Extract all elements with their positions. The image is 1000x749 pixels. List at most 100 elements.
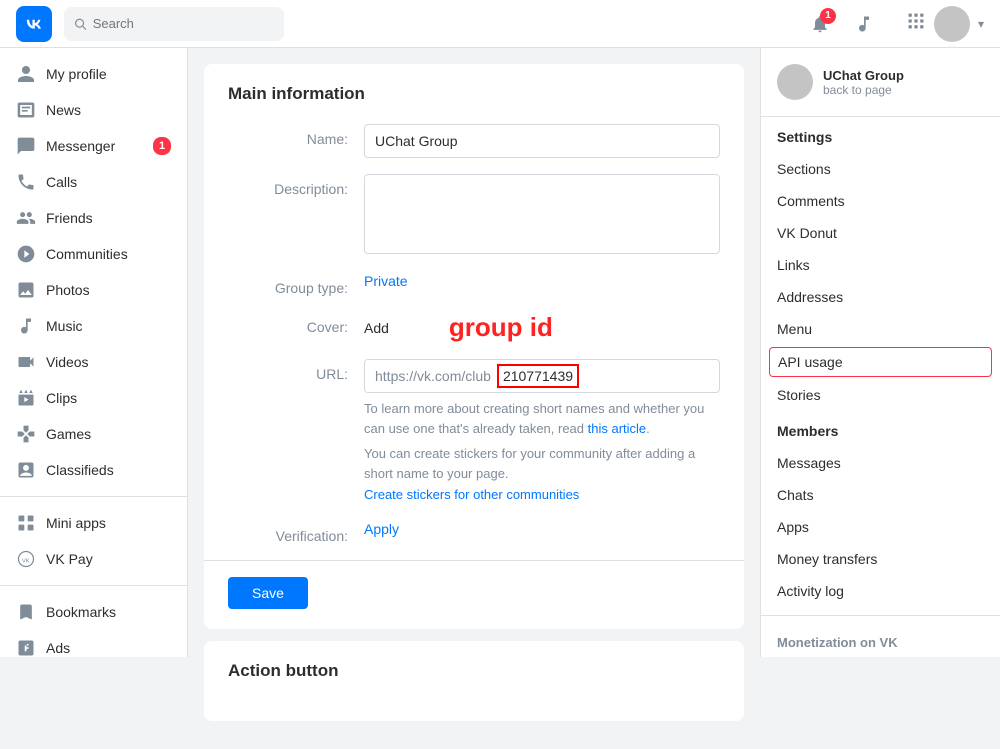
verification-control: Apply <box>364 521 720 537</box>
sticker-link[interactable]: Create stickers for other communities <box>364 487 579 502</box>
svg-text:VK: VK <box>22 558 30 564</box>
music-button[interactable] <box>846 6 882 42</box>
url-label: URL: <box>228 359 348 382</box>
sidebar-item-photos[interactable]: Photos <box>0 272 187 308</box>
top-header: 1 ▾ <box>0 0 1000 48</box>
group-type-control: Private <box>364 273 720 289</box>
avatar-dropdown[interactable]: ▾ <box>978 17 984 31</box>
right-nav-comments[interactable]: Comments <box>761 185 1000 217</box>
news-icon <box>16 100 36 120</box>
sidebar-item-bookmarks[interactable]: Bookmarks <box>0 594 187 630</box>
verification-label: Verification: <box>228 521 348 544</box>
sidebar-label-clips: Clips <box>46 390 77 406</box>
sidebar-item-news[interactable]: News <box>0 92 187 128</box>
sidebar-label-videos: Videos <box>46 354 89 370</box>
name-control <box>364 124 720 158</box>
right-nav-links[interactable]: Links <box>761 249 1000 281</box>
save-button[interactable]: Save <box>228 577 308 609</box>
sidebar-item-music[interactable]: Music <box>0 308 187 344</box>
sidebar-item-vk-pay[interactable]: VK VK Pay <box>0 541 187 577</box>
right-panel-group-name: UChat Group <box>823 68 904 83</box>
sidebar-label-communities: Communities <box>46 246 128 262</box>
right-nav-addresses[interactable]: Addresses <box>761 281 1000 313</box>
vk-logo[interactable] <box>16 6 52 42</box>
right-nav-members[interactable]: Members <box>761 415 1000 447</box>
verification-apply-link[interactable]: Apply <box>364 521 399 537</box>
cover-row: Cover: Add group id <box>228 312 720 343</box>
games-icon <box>16 424 36 444</box>
right-panel-back-link[interactable]: back to page <box>823 83 904 97</box>
mini-apps-icon <box>16 513 36 533</box>
help-text-3: Create stickers for other communities <box>364 485 720 505</box>
sidebar-item-mini-apps[interactable]: Mini apps <box>0 505 187 541</box>
sidebar-label-my-profile: My profile <box>46 66 107 82</box>
main-information-card: Main information Name: Description: Grou… <box>204 64 744 629</box>
notification-badge: 1 <box>820 8 836 24</box>
help-text-1: To learn more about creating short names… <box>364 399 720 438</box>
user-avatar[interactable] <box>934 6 970 42</box>
sidebar-item-ads[interactable]: Ads <box>0 630 187 657</box>
sidebar-item-my-profile[interactable]: My profile <box>0 56 187 92</box>
right-nav-menu[interactable]: Menu <box>761 313 1000 345</box>
right-nav-chats[interactable]: Chats <box>761 479 1000 511</box>
sidebar-divider-2 <box>0 585 187 586</box>
sidebar-label-photos: Photos <box>46 282 90 298</box>
right-nav-activity-log[interactable]: Activity log <box>761 575 1000 607</box>
help-article-link[interactable]: this article <box>588 421 647 436</box>
right-nav-api-usage[interactable]: API usage <box>769 347 992 377</box>
main-layout: My profile News Messenger 1 Calls Friend… <box>0 48 1000 749</box>
url-input-wrapper: https://vk.com/club 210771439 <box>364 359 720 393</box>
grid-menu-button[interactable] <box>906 11 926 36</box>
video-icon <box>16 352 36 372</box>
sidebar-label-friends: Friends <box>46 210 93 226</box>
url-control: https://vk.com/club 210771439 To learn m… <box>364 359 720 505</box>
action-button-card: Action button <box>204 641 744 721</box>
description-input[interactable] <box>364 174 720 254</box>
sidebar-item-communities[interactable]: Communities <box>0 236 187 272</box>
sidebar-label-classifieds: Classifieds <box>46 462 114 478</box>
music-note-icon <box>854 14 874 34</box>
sidebar-label-messenger: Messenger <box>46 138 115 154</box>
right-nav-settings[interactable]: Settings <box>761 121 1000 153</box>
sidebar-label-calls: Calls <box>46 174 77 190</box>
sidebar-item-clips[interactable]: Clips <box>0 380 187 416</box>
music-icon <box>16 316 36 336</box>
search-icon <box>74 17 87 31</box>
right-nav-messages[interactable]: Messages <box>761 447 1000 479</box>
help-text-2: You can create stickers for your communi… <box>364 444 720 483</box>
right-nav-vk-donut[interactable]: VK Donut <box>761 217 1000 249</box>
card-title: Main information <box>228 84 720 104</box>
sidebar-label-news: News <box>46 102 81 118</box>
sidebar-item-classifieds[interactable]: Classifieds <box>0 452 187 488</box>
url-static-prefix: https://vk.com/club <box>365 359 497 393</box>
sidebar-item-friends[interactable]: Friends <box>0 200 187 236</box>
group-type-label: Group type: <box>228 273 348 296</box>
right-nav-monetization: Monetization on VK <box>761 623 1000 657</box>
sidebar-item-videos[interactable]: Videos <box>0 344 187 380</box>
messenger-badge: 1 <box>153 137 171 155</box>
sidebar-item-messenger[interactable]: Messenger 1 <box>0 128 187 164</box>
right-nav-sections[interactable]: Sections <box>761 153 1000 185</box>
right-nav-stories[interactable]: Stories <box>761 379 1000 411</box>
name-input[interactable] <box>364 124 720 158</box>
right-nav-apps[interactable]: Apps <box>761 511 1000 543</box>
photo-icon <box>16 280 36 300</box>
classifieds-icon <box>16 460 36 480</box>
cover-add-link[interactable]: Add <box>364 320 389 336</box>
action-button-title: Action button <box>228 661 720 681</box>
search-input[interactable] <box>93 16 274 31</box>
notifications-button[interactable]: 1 <box>802 6 838 42</box>
sidebar-item-calls[interactable]: Calls <box>0 164 187 200</box>
group-avatar <box>777 64 813 100</box>
group-type-link[interactable]: Private <box>364 273 408 289</box>
name-row: Name: <box>228 124 720 158</box>
sidebar-item-games[interactable]: Games <box>0 416 187 452</box>
right-nav: Settings Sections Comments VK Donut Link… <box>761 117 1000 657</box>
sidebar-label-games: Games <box>46 426 91 442</box>
right-nav-money-transfers[interactable]: Money transfers <box>761 543 1000 575</box>
right-panel: UChat Group back to page Settings Sectio… <box>760 48 1000 657</box>
search-box[interactable] <box>64 7 284 41</box>
clips-icon <box>16 388 36 408</box>
url-id-highlighted[interactable]: 210771439 <box>497 364 579 389</box>
description-control <box>364 174 720 257</box>
